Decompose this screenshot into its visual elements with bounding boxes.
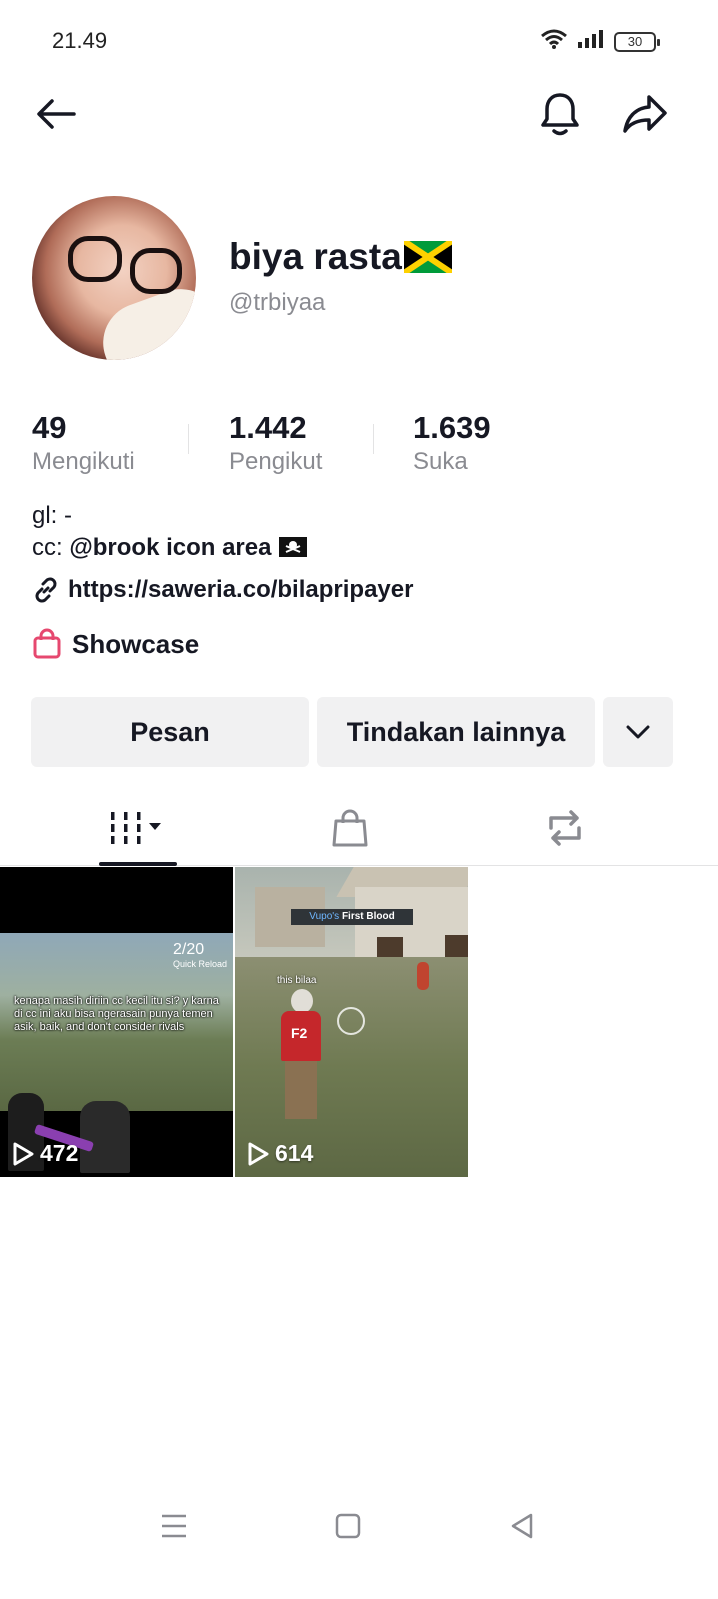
bell-icon: [541, 93, 579, 136]
showcase-link[interactable]: Showcase: [32, 628, 199, 660]
link-icon: [35, 577, 57, 603]
wifi-icon: [540, 28, 568, 55]
stat-following[interactable]: 49 Mengikuti: [32, 410, 135, 476]
profile-stats: 49 Mengikuti 1.442 Pengikut 1.639 Suka: [32, 410, 692, 480]
game-hud: 2/20 Quick Reload: [173, 941, 227, 969]
square-icon: [335, 1513, 361, 1539]
status-icons: 30: [540, 28, 660, 55]
profile-link[interactable]: https://saweria.co/bilapripayer: [32, 576, 413, 604]
message-button[interactable]: Pesan: [31, 697, 309, 767]
player-tag: this bilaa: [277, 975, 317, 986]
share-button[interactable]: [617, 86, 673, 142]
jamaica-flag-icon: [403, 241, 452, 273]
shopping-bag-icon: [33, 628, 61, 659]
shopping-bag-icon: [332, 809, 368, 847]
view-count-value: 472: [40, 1140, 79, 1166]
repost-icon: [549, 810, 581, 846]
player-character: [277, 989, 325, 1119]
suggest-accounts-button[interactable]: [603, 697, 673, 767]
stat-value: 49: [32, 410, 67, 445]
more-actions-button[interactable]: Tindakan lainnya: [317, 697, 595, 767]
stat-label: Suka: [413, 448, 468, 475]
status-time: 21.49: [52, 28, 108, 53]
kill-banner: Vupo's First Blood: [291, 909, 413, 925]
tab-shop[interactable]: [300, 790, 400, 866]
stat-divider: [188, 424, 189, 454]
view-count: 614: [247, 1140, 313, 1167]
arrow-left-icon: [37, 99, 76, 129]
share-arrow-icon: [623, 95, 667, 133]
display-name: biya rasta: [229, 236, 452, 278]
tab-repost[interactable]: [515, 790, 615, 866]
stat-label: Mengikuti: [32, 448, 135, 475]
showcase-label: Showcase: [72, 628, 200, 659]
username: @trbiyaa: [229, 289, 326, 316]
triangle-back-icon: [511, 1513, 533, 1539]
back-button[interactable]: [28, 86, 84, 142]
battery-icon: 30: [614, 31, 660, 52]
stat-label: Pengikut: [229, 448, 323, 475]
bio-prefix: cc:: [32, 534, 70, 561]
bio-line: gl: -: [32, 502, 73, 529]
avatar[interactable]: [32, 196, 196, 360]
pirate-flag-icon: [278, 534, 308, 561]
menu-icon: [162, 1514, 186, 1538]
stat-divider: [373, 424, 374, 454]
banner-name: Vupo's: [309, 911, 340, 922]
profile-tabs: [0, 790, 718, 866]
hud-label: Quick Reload: [172, 959, 227, 969]
bio-mention[interactable]: @brook icon area: [69, 534, 271, 561]
home-button[interactable]: [328, 1506, 368, 1546]
play-icon: [13, 1142, 34, 1165]
link-text: https://saweria.co/bilapripayer: [68, 576, 414, 603]
top-bar: [0, 82, 718, 148]
view-count: 472: [12, 1140, 78, 1167]
play-icon: [248, 1142, 269, 1165]
chevron-down-icon: [626, 725, 650, 739]
recent-apps-button[interactable]: [154, 1506, 194, 1546]
system-nav-bar: [0, 1480, 718, 1570]
grid-menu-icon: [111, 812, 161, 844]
status-bar: 21.49 30: [0, 0, 718, 80]
bio-line: cc: @brook icon area: [32, 532, 308, 564]
active-tab-indicator: [99, 862, 177, 866]
crosshair-icon: [337, 1007, 365, 1035]
stat-followers[interactable]: 1.442 Pengikut: [229, 410, 322, 476]
system-back-button[interactable]: [502, 1506, 542, 1546]
view-count-value: 614: [275, 1140, 314, 1166]
signal-icon: [576, 28, 606, 55]
stat-value: 1.442: [229, 410, 307, 445]
notification-button[interactable]: [532, 86, 588, 142]
video-thumbnail[interactable]: 2/20 Quick Reload kenapa masih diriin cc…: [0, 867, 233, 1177]
tab-videos[interactable]: [88, 790, 188, 866]
video-caption-overlay: kenapa masih diriin cc kecil itu si? y k…: [14, 995, 219, 1033]
display-name-text: biya rasta: [229, 236, 402, 277]
stat-value: 1.639: [413, 410, 491, 445]
banner-text: First Blood: [341, 911, 395, 922]
ammo-count: 2/20: [172, 941, 205, 958]
bio: gl: - cc: @brook icon area: [32, 500, 308, 564]
stat-likes[interactable]: 1.639 Suka: [413, 410, 491, 476]
video-thumbnail[interactable]: Vupo's First Blood this bilaa 614: [235, 867, 468, 1177]
